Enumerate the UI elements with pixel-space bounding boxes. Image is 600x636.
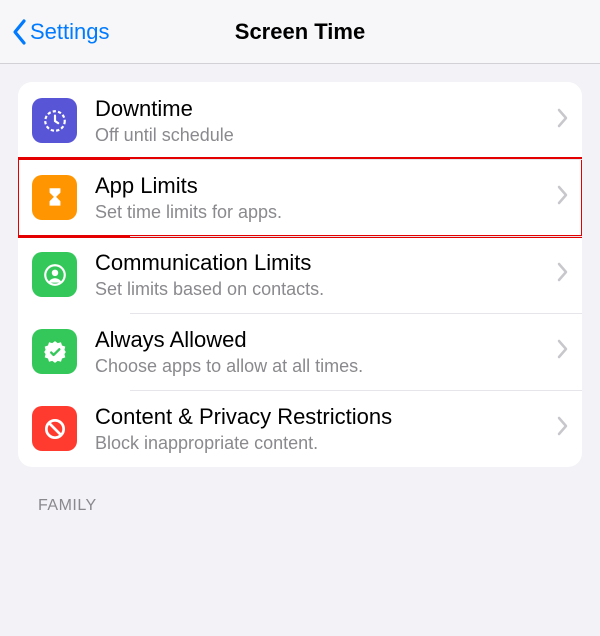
section-header-family: FAMILY xyxy=(38,497,600,515)
row-title: Content & Privacy Restrictions xyxy=(95,403,548,431)
no-entry-icon xyxy=(32,406,77,451)
row-text: App LimitsSet time limits for apps. xyxy=(95,172,548,223)
chevron-right-icon xyxy=(556,262,568,287)
row-title: Downtime xyxy=(95,95,548,123)
row-title: Communication Limits xyxy=(95,249,548,277)
row-subtitle: Choose apps to allow at all times. xyxy=(95,355,548,378)
chevron-left-icon xyxy=(10,18,28,46)
row-title: App Limits xyxy=(95,172,548,200)
row-content-privacy-restrictions[interactable]: Content & Privacy RestrictionsBlock inap… xyxy=(18,390,582,467)
page-title: Screen Time xyxy=(235,19,365,45)
row-text: Always AllowedChoose apps to allow at al… xyxy=(95,326,548,377)
row-text: Communication LimitsSet limits based on … xyxy=(95,249,548,300)
row-subtitle: Off until schedule xyxy=(95,124,548,147)
hourglass-icon xyxy=(32,175,77,220)
clock-icon xyxy=(32,98,77,143)
row-always-allowed[interactable]: Always AllowedChoose apps to allow at al… xyxy=(18,313,582,390)
row-title: Always Allowed xyxy=(95,326,548,354)
chevron-right-icon xyxy=(556,339,568,364)
row-downtime[interactable]: DowntimeOff until schedule xyxy=(18,82,582,159)
back-button[interactable]: Settings xyxy=(0,18,110,46)
row-subtitle: Block inappropriate content. xyxy=(95,432,548,455)
row-communication-limits[interactable]: Communication LimitsSet limits based on … xyxy=(18,236,582,313)
nav-bar: Settings Screen Time xyxy=(0,0,600,64)
chevron-right-icon xyxy=(556,416,568,441)
contact-icon xyxy=(32,252,77,297)
back-label: Settings xyxy=(30,19,110,45)
row-text: DowntimeOff until schedule xyxy=(95,95,548,146)
settings-group: DowntimeOff until scheduleApp LimitsSet … xyxy=(18,82,582,467)
row-subtitle: Set time limits for apps. xyxy=(95,201,548,224)
check-badge-icon xyxy=(32,329,77,374)
row-text: Content & Privacy RestrictionsBlock inap… xyxy=(95,403,548,454)
row-app-limits[interactable]: App LimitsSet time limits for apps. xyxy=(18,159,582,236)
chevron-right-icon xyxy=(556,185,568,210)
row-subtitle: Set limits based on contacts. xyxy=(95,278,548,301)
chevron-right-icon xyxy=(556,108,568,133)
